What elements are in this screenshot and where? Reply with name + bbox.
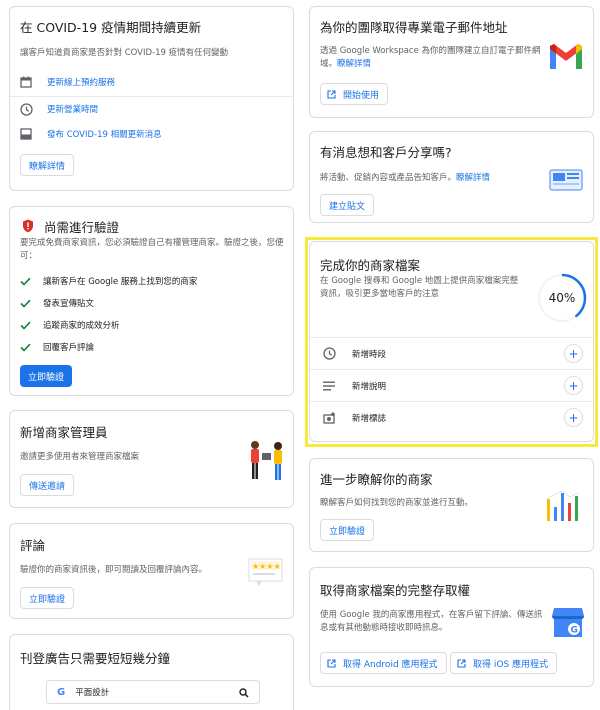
add-photo-icon (322, 411, 336, 425)
external-link-icon (327, 89, 336, 99)
insights-card: 進一步瞭解你的商家 瞭解客戶如何找到您的商家並進行互動。 立即驗證 (309, 458, 594, 552)
google-g-icon: G (57, 686, 66, 698)
task-add-hours[interactable]: 新增時段 + (310, 337, 593, 369)
verify-benefit-label: 讓新客戶在 Google 服務上找到您的商家 (43, 276, 198, 287)
verify-benefit: 讓新客戶在 Google 服務上找到您的商家 (20, 271, 197, 290)
access-title: 取得商家檔案的完整存取權 (320, 583, 471, 598)
reviews-desc: 驗證你的商家資訊後，即可閱讀及回覆評論內容。 (20, 565, 208, 575)
covid-item-booking[interactable]: 更新線上預約服務 (10, 69, 293, 95)
covid-item-hours[interactable]: 更新營業時間 (10, 96, 293, 122)
reviews-card: 評論 驗證你的商家資訊後，即可閱讀及回覆評論內容。 立即驗證 ★★★★ (9, 523, 294, 619)
managers-desc: 邀請更多使用者來管理商家檔案 (20, 452, 140, 462)
profile-title: 完成你的商家檔案 (320, 258, 421, 273)
verify-title: 尚需進行驗證 (44, 220, 120, 235)
verify-benefit-label: 發表宣傳貼文 (43, 298, 95, 309)
add-logo-plus-button[interactable]: + (564, 408, 583, 427)
clock-icon (322, 347, 336, 361)
access-card: 取得商家檔案的完整存取權 使用 Google 我的商家應用程式，在客戶留下評論、… (309, 567, 594, 687)
post-icon (19, 127, 33, 141)
task-label: 新增時段 (352, 349, 387, 360)
search-icon[interactable] (239, 683, 249, 702)
covid-card: 在 COVID-19 疫情期間持續更新 讓客戶知道貴商家是否針對 COVID-1… (9, 6, 294, 191)
covid-item-updates[interactable]: 發布 COVID-19 相關更新消息 (10, 121, 293, 147)
news-post-icon (548, 168, 584, 196)
profile-desc: 在 Google 搜尋和 Google 地圖上提供商家檔案完整資訊，吸引更多當地… (320, 276, 519, 299)
shield-icon (22, 218, 34, 237)
verify-benefit-label: 追蹤商家的成效分析 (43, 320, 120, 331)
svg-text:G: G (571, 626, 578, 636)
insights-desc: 瞭解客戶如何找到您的商家並進行互動。 (320, 498, 474, 508)
check-icon (20, 271, 31, 290)
people-illustration-icon (245, 439, 289, 489)
get-android-app-button[interactable]: 取得 Android 應用程式 (320, 652, 447, 674)
business-store-icon: G (550, 604, 586, 644)
email-card: 為你的團隊取得專業電子郵件地址 透過 Google Workspace 為你的團… (309, 6, 594, 118)
covid-desc: 讓客戶知道貴商家是否針對 COVID-19 疫情有任何變動 (20, 48, 229, 58)
managers-card: 新增商家管理員 邀請更多使用者來管理商家檔案 傳送邀請 (9, 410, 294, 508)
reviews-verify-button[interactable]: 立即驗證 (20, 587, 75, 609)
verify-now-button[interactable]: 立即驗證 (20, 365, 73, 387)
reviews-title: 評論 (20, 538, 46, 553)
covid-title: 在 COVID-19 疫情期間持續更新 (20, 20, 202, 35)
profile-progress-ring: 40% (536, 272, 588, 324)
check-icon (20, 293, 31, 312)
covid-item-label: 更新線上預約服務 (47, 78, 116, 88)
covid-learn-more-button[interactable]: 瞭解詳情 (20, 154, 75, 176)
verify-benefit: 發表宣傳貼文 (20, 293, 94, 312)
check-icon (20, 315, 31, 334)
ads-title: 刊登廣告只需要短短幾分鐘 (20, 651, 171, 666)
insights-verify-button[interactable]: 立即驗證 (320, 519, 375, 541)
verify-benefit: 追蹤商家的成效分析 (20, 315, 120, 334)
access-desc: 使用 Google 我的商家應用程式，在客戶留下評論、傳送訊息或有其他動態時接收… (320, 610, 543, 633)
task-label: 新增標誌 (352, 413, 387, 424)
email-learn-more-link[interactable]: 瞭解詳情 (337, 59, 371, 69)
external-link-icon (327, 658, 336, 668)
get-ios-app-button[interactable]: 取得 iOS 應用程式 (450, 652, 558, 674)
gmail-logo-icon (548, 43, 584, 75)
ads-search-value: 平面設計 (75, 688, 110, 698)
add-hours-plus-button[interactable]: + (564, 344, 583, 363)
managers-title: 新增商家管理員 (20, 425, 108, 440)
task-add-logo[interactable]: 新增標誌 + (310, 401, 593, 433)
verify-card: 尚需進行驗證 要完成免費商家資訊，您必須驗證自己有權管理商家。驗證之後，您便可：… (9, 206, 294, 396)
ads-card: 刊登廣告只需要短短幾分鐘 G 平面設計 (9, 634, 294, 710)
insights-title: 進一步瞭解你的商家 (320, 472, 433, 487)
external-link-icon (457, 658, 466, 668)
calendar-icon (19, 75, 33, 89)
covid-item-label: 更新營業時間 (47, 105, 99, 115)
share-learn-more-link[interactable]: 瞭解詳情 (456, 173, 490, 183)
ads-search-box[interactable]: G 平面設計 (46, 680, 260, 704)
share-title: 有消息想和客戶分享嗎? (320, 145, 452, 160)
profile-percent-label: 40% (548, 291, 576, 305)
get-started-button[interactable]: 開始使用 (320, 83, 389, 105)
bar-chart-illustration-icon (544, 487, 586, 527)
verify-benefit-label: 回覆客戶評論 (43, 342, 95, 353)
svg-text:★★★★: ★★★★ (252, 562, 281, 571)
task-label: 新增說明 (352, 381, 387, 392)
clock-icon (19, 102, 33, 116)
verify-desc: 要完成免費商家資訊，您必須驗證自己有權管理商家。驗證之後，您便可： (20, 238, 284, 261)
covid-item-label: 發布 COVID-19 相關更新消息 (47, 130, 162, 140)
send-invite-button[interactable]: 傳送邀請 (20, 474, 75, 496)
review-stars-icon: ★★★★ (248, 558, 284, 592)
task-add-description[interactable]: 新增說明 + (310, 369, 593, 401)
check-icon (20, 337, 31, 356)
share-card: 有消息想和客戶分享嗎? 將活動、促銷內容或產品告知客戶。瞭解詳情 建立貼文 (309, 131, 594, 223)
email-title: 為你的團隊取得專業電子郵件地址 (320, 20, 508, 35)
description-lines-icon (322, 379, 336, 393)
share-desc: 將活動、促銷內容或產品告知客戶。瞭解詳情 (320, 173, 491, 183)
email-desc: 透過 Google Workspace 為你的團隊建立自訂電子郵件網域。瞭解詳情 (320, 46, 541, 69)
create-post-button[interactable]: 建立貼文 (320, 194, 375, 216)
profile-card: 完成你的商家檔案 在 Google 搜尋和 Google 地圖上提供商家檔案完整… (309, 241, 594, 442)
add-description-plus-button[interactable]: + (564, 376, 583, 395)
verify-benefit: 回覆客戶評論 (20, 337, 94, 356)
